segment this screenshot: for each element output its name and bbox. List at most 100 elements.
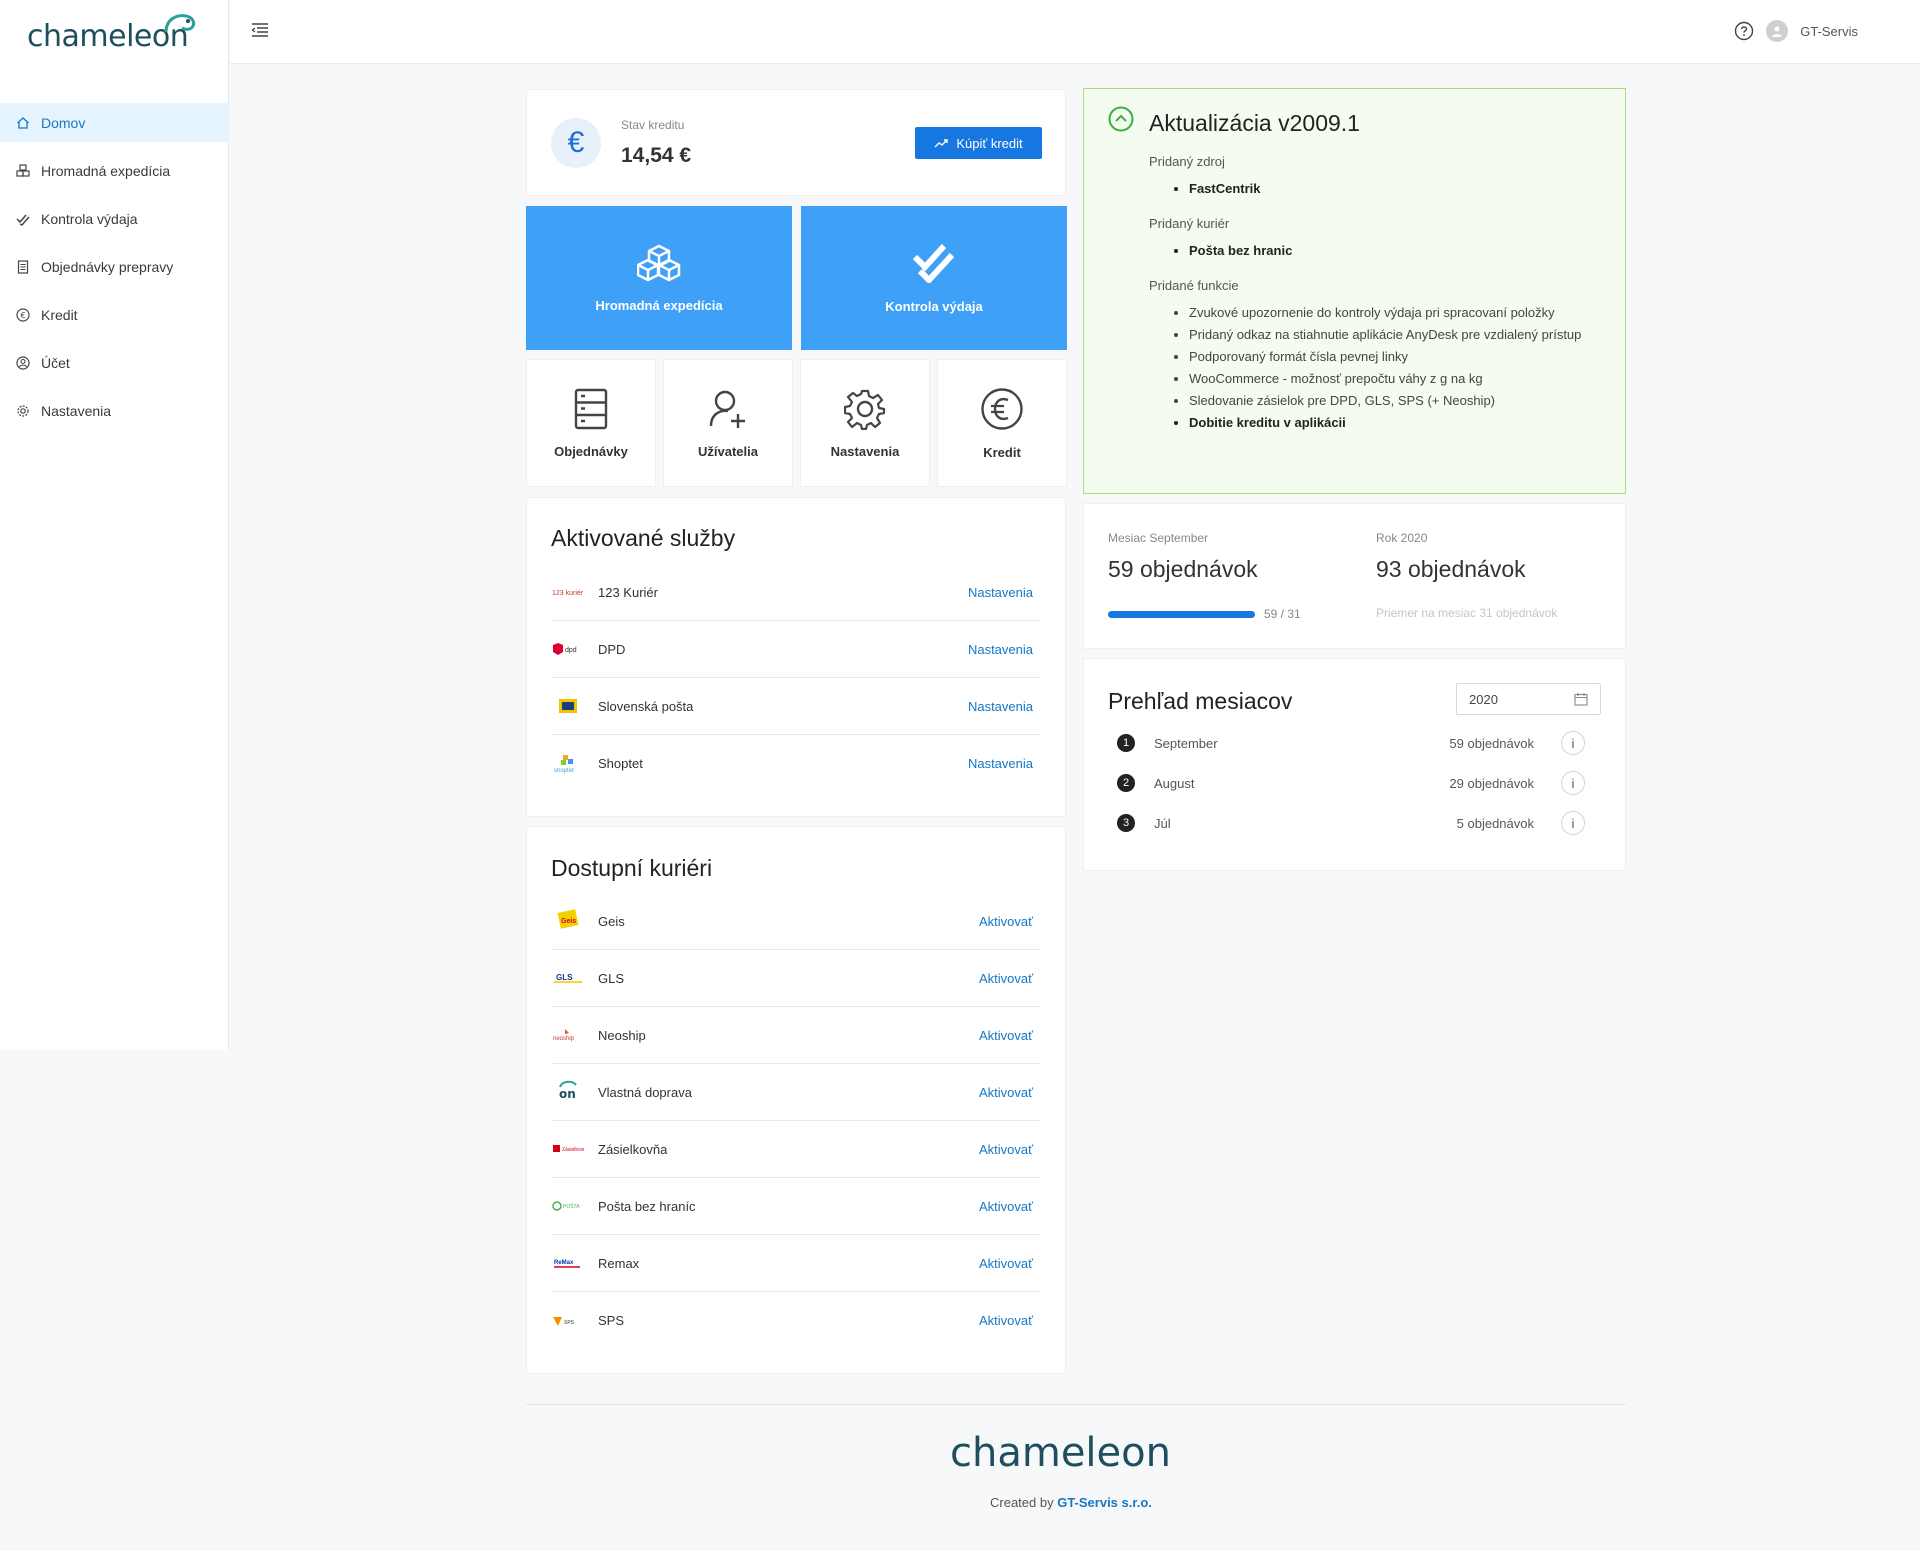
buy-credit-label: Kúpiť kredit [956,135,1023,151]
update-item: FastCentrik [1189,182,1581,195]
list-item: GLS GLS Aktivovať [551,950,1041,1007]
month-name: August [1154,775,1195,791]
app-logo[interactable]: chameleon [27,14,196,58]
tile-hromadna-expedicia[interactable]: Hromadná expedícia [526,206,792,350]
courier-name: SPS [598,1313,625,1328]
euro-icon: € [16,307,30,322]
service-settings-link[interactable]: Nastavenia [968,585,1033,600]
gear-icon [16,404,30,418]
sidebar-item-label: Nastavenia [41,402,112,419]
sidebar-item-label: Kontrola výdaja [41,210,138,227]
user-add-icon [708,388,748,430]
update-group-heading: Pridaný zdroj [1149,154,1225,169]
courier-name: Remax [598,1255,640,1271]
company-link[interactable]: GT-Servis s.r.o. [1057,1495,1152,1510]
sidebar-item-label: Objednávky prepravy [41,258,174,275]
info-icon[interactable]: i [1561,731,1585,755]
sidebar-item-kredit[interactable]: € Kredit [0,295,229,334]
month-row: 2 August 29 objednávok i [1117,771,1585,795]
update-group-heading: Pridaný kuriér [1149,216,1230,231]
chevron-up-circle-icon[interactable] [1108,106,1134,132]
courier-activate-link[interactable]: Aktivovať [979,1142,1033,1157]
zasielkovna-logo: Zásielkovňa [551,1139,585,1159]
sidebar-item-objednavky-prepravy[interactable]: Objednávky prepravy [0,247,229,286]
tile-kredit[interactable]: Kredit [937,359,1067,487]
list-item: Zásielkovňa Zásielkovňa Aktivovať [551,1121,1041,1178]
courier-activate-link[interactable]: Aktivovať [979,1256,1033,1271]
list-item: SPS SPS Aktivovať [551,1292,1041,1349]
courier-name: Pošta bez hraníc [598,1198,696,1214]
progress-text: 59 / 31 [1264,607,1301,621]
svg-text:GLS: GLS [556,973,573,982]
menu-collapse-icon[interactable] [250,20,270,40]
123-kurier-logo: 123 kuriér [551,582,585,602]
sps-logo: SPS [551,1311,585,1331]
remax-logo: ReMax [551,1253,585,1273]
double-check-icon [16,212,30,226]
sidebar-item-domov[interactable]: Domov [0,103,229,142]
list-item: dpd DPD Nastavenia [551,621,1041,678]
service-settings-link[interactable]: Nastavenia [968,642,1033,657]
user-name[interactable]: GT-Servis [1800,24,1858,39]
tile-kontrola-vydaja[interactable]: Kontrola výdaja [801,206,1067,350]
tile-nastavenia[interactable]: Nastavenia [800,359,930,487]
service-name: DPD [598,641,626,657]
trend-up-icon [934,138,949,148]
tile-objednavky[interactable]: Objednávky [526,359,656,487]
courier-activate-link[interactable]: Aktivovať [979,914,1033,929]
euro-icon [980,387,1024,431]
courier-activate-link[interactable]: Aktivovať [979,1313,1033,1328]
month-row: 1 September 59 objednávok i [1117,731,1585,755]
sidebar-nav: Domov Hromadná expedícia Kontrola výdaja… [0,103,229,439]
server-icon [574,388,608,430]
dpd-logo: dpd [551,639,585,659]
buy-credit-button[interactable]: Kúpiť kredit [915,127,1042,159]
service-settings-link[interactable]: Nastavenia [968,756,1033,771]
tile-uzivatelia[interactable]: Užívatelia [663,359,793,487]
avatar[interactable] [1766,20,1789,42]
sidebar-item-kontrola-vydaja[interactable]: Kontrola výdaja [0,199,229,238]
courier-name: Zásielkovňa [598,1141,668,1157]
tile-label: Užívatelia [698,443,758,459]
average-text: Priemer na mesiac 31 objednávok [1376,606,1558,620]
courier-activate-link[interactable]: Aktivovať [979,971,1033,986]
month-name: September [1154,735,1218,751]
update-item: Sledovanie zásielok pre DPD, GLS, SPS (+… [1189,394,1581,407]
section-title: Dostupní kuriéri [551,855,713,881]
home-icon [16,116,30,130]
sidebar-item-nastavenia[interactable]: Nastavenia [0,391,229,430]
svg-text:ReMax: ReMax [554,1260,574,1266]
info-icon[interactable]: i [1561,811,1585,835]
list-item: on Vlastná doprava Aktivovať [551,1064,1041,1121]
month-progress-bar [1108,611,1255,618]
help-icon[interactable] [1734,21,1754,41]
svg-text:Geis: Geis [561,918,576,925]
svg-text:POŠTA: POŠTA [563,1203,580,1210]
shoptet-logo: shoptet [551,754,585,774]
list-item: ReMax Remax Aktivovať [551,1235,1041,1292]
service-settings-link[interactable]: Nastavenia [968,699,1033,714]
neoship-logo: neoship [551,1025,585,1045]
month-count: 59 objednávok [1449,735,1534,751]
footer-logo: chameleon [950,1430,1171,1476]
courier-activate-link[interactable]: Aktivovať [979,1199,1033,1214]
svg-text:dpd: dpd [565,647,577,654]
chameleon-logo-icon [164,14,196,33]
order-stats-card: Mesiac September 59 objednávok Rok 2020 … [1083,503,1626,649]
sidebar-item-ucet[interactable]: Účet [0,343,229,382]
service-name: Shoptet [598,756,643,771]
info-icon[interactable]: i [1561,771,1585,795]
courier-activate-link[interactable]: Aktivovať [979,1028,1033,1043]
document-icon [16,259,30,274]
courier-activate-link[interactable]: Aktivovať [979,1085,1033,1100]
sidebar-item-hromadna-expedicia[interactable]: Hromadná expedícia [0,151,229,190]
update-item: WooCommerce - možnosť prepočtu váhy z g … [1189,372,1581,385]
user-icon [16,355,30,370]
credit-value: 14,54 € [621,144,692,167]
footer-credit: Created by GT-Servis s.r.o. [990,1495,1152,1510]
available-couriers-card: Dostupní kuriéri Geis Geis Aktivovať GLS… [526,826,1066,1374]
calendar-icon [1574,692,1588,706]
list-item: 123 kuriér 123 Kuriér Nastavenia [551,564,1041,621]
year-picker[interactable]: 2020 [1456,683,1601,715]
service-name: Slovenská pošta [598,698,694,714]
